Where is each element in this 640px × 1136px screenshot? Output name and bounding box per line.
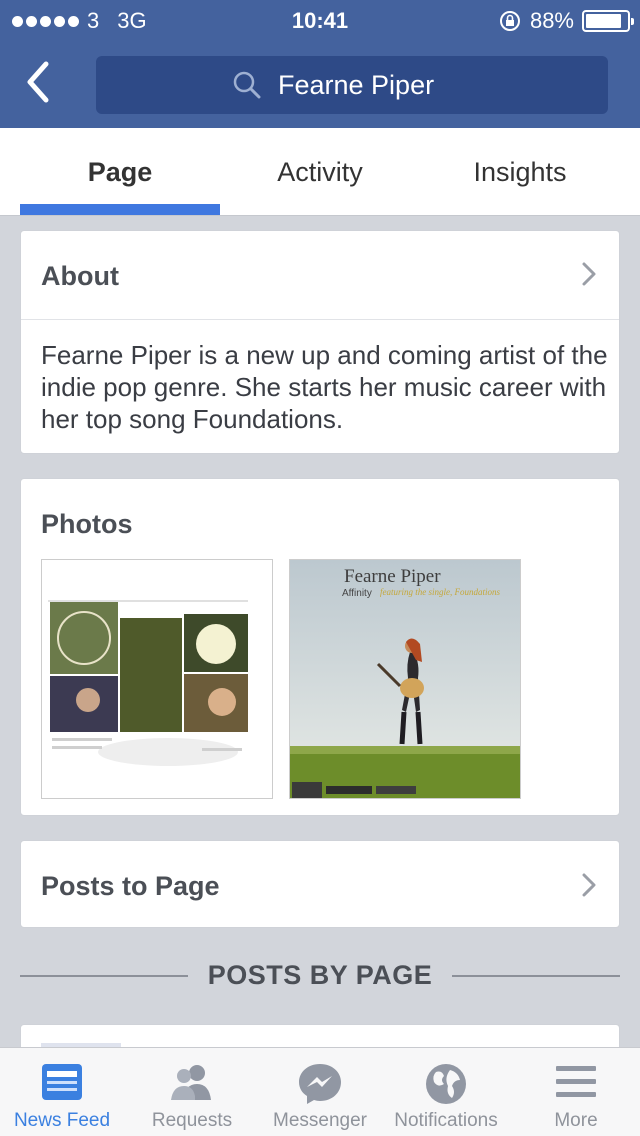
status-bar: 3 3G 10:41 88% (0, 0, 640, 42)
chevron-right-icon (582, 873, 596, 897)
posts-to-page-row[interactable]: Posts to Page (20, 840, 620, 928)
tabbar-more[interactable]: More (514, 1048, 638, 1136)
chevron-right-icon[interactable] (581, 261, 597, 287)
tabbar-messenger[interactable]: Messenger (258, 1048, 382, 1136)
tab-insights[interactable]: Insights (420, 128, 620, 216)
bottom-tab-bar: News Feed Requests Messenger Notificatio… (0, 1047, 640, 1136)
tabbar-requests[interactable]: Requests (130, 1048, 254, 1136)
search-icon (233, 71, 261, 99)
search-query: Fearne Piper (278, 69, 435, 100)
tab-page[interactable]: Page (20, 128, 220, 216)
battery-fill (586, 14, 621, 28)
photos-title[interactable]: Photos (41, 509, 133, 540)
divider-line-right (452, 975, 620, 977)
page-tabs: Page Activity Insights (0, 128, 640, 216)
news-feed-icon (42, 1064, 82, 1100)
posts-to-page-label: Posts to Page (41, 871, 220, 901)
about-description: Fearne Piper is a new up and coming arti… (41, 340, 608, 434)
photo-thumbnail-album-cover[interactable]: Fearne Piper Affinity featuring the sing… (289, 559, 521, 799)
battery-icon (582, 10, 634, 32)
back-button[interactable] (20, 60, 70, 110)
photo-thumbnail-album-booklet[interactable] (41, 559, 273, 799)
active-tab-indicator (20, 204, 220, 215)
about-card: About Fearne Piper is a new up and comin… (20, 230, 620, 454)
album-booklet-image (42, 560, 272, 798)
album-cover-tagline: featuring the single, Foundations (380, 587, 500, 597)
photos-card: Photos Fearne Piper Affinity featuring t… (20, 478, 620, 816)
posts-by-page-header: POSTS BY PAGE (20, 958, 620, 998)
battery-group: 88% (498, 8, 634, 34)
tabbar-label: Messenger (273, 1110, 367, 1131)
rotation-lock-icon (499, 11, 520, 31)
friend-requests-icon (171, 1065, 211, 1100)
tabbar-label: News Feed (13, 1110, 111, 1131)
tabbar-notifications[interactable]: Notifications (384, 1048, 508, 1136)
messenger-icon (299, 1064, 341, 1104)
divider (21, 319, 619, 320)
album-cover-subtitle: Affinity (342, 588, 372, 599)
about-title[interactable]: About (41, 261, 119, 292)
globe-icon (426, 1064, 466, 1104)
tabbar-label: More (554, 1110, 598, 1131)
album-cover-title: Fearne Piper (344, 566, 441, 587)
search-field[interactable]: Fearne Piper (96, 56, 608, 114)
chevron-left-icon (27, 61, 49, 103)
menu-icon (556, 1066, 596, 1097)
tab-activity[interactable]: Activity (220, 128, 420, 216)
tabbar-label: Requests (151, 1110, 233, 1131)
tabbar-news-feed[interactable]: News Feed (0, 1048, 124, 1136)
album-cover-image: Fearne Piper Affinity featuring the sing… (290, 560, 520, 798)
tabbar-label: Notifications (394, 1110, 498, 1131)
battery-percent: 88% (529, 8, 574, 33)
header-bar: 3 3G 10:41 88% Fearne Piper (0, 0, 640, 128)
